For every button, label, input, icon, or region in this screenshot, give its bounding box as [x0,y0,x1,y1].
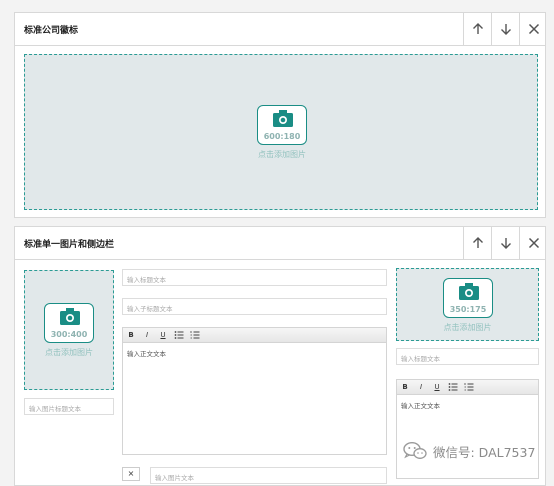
add-image-hint: 点击添加图片 [45,348,93,357]
logo-image-dropzone[interactable]: 600:180 点击添加图片 [24,54,538,210]
bold-button[interactable]: B [126,330,136,340]
watermark-text: 微信号: DAL7537 [433,444,536,460]
add-image-hint: 点击添加图片 [443,323,492,332]
underline-button[interactable]: U [158,330,168,340]
bullet-list-button[interactable] [448,382,458,392]
camera-icon [60,308,80,325]
panel-title: 标准公司徽标 [24,26,79,36]
panel-header: 标准公司徽标 [15,13,545,46]
bullet-list-button[interactable] [174,330,184,340]
add-image-hint: 点击添加图片 [258,150,306,159]
subtitle-input[interactable]: 输入子标题文本 [122,298,387,315]
image-dimension-label: 350:175 [449,305,487,314]
editor-content[interactable]: 输入正文文本 [127,348,166,358]
editor-content[interactable]: 输入正文文本 [401,400,440,410]
camera-icon [273,110,293,127]
remove-block-button[interactable] [519,227,547,259]
right-image-dropzone[interactable]: 350:175 点击添加图片 [396,268,539,341]
close-icon [528,237,539,249]
editor-toolbar: B I U [397,380,538,395]
image-dimension-label: 600:180 [263,132,301,141]
remove-image-text-button[interactable]: × [122,467,140,481]
move-down-button[interactable] [491,13,519,45]
image-text-input[interactable]: 输入图片文本 [150,467,387,484]
title-input[interactable]: 输入标题文本 [122,269,387,286]
arrow-down-icon [500,238,511,249]
editor-toolbar: B I U [123,328,386,343]
wechat-icon [403,442,427,459]
remove-block-button[interactable] [519,13,547,45]
panel-header: 标准单一图片和侧边栏 [15,227,545,260]
close-icon [528,23,539,35]
image-placeholder-badge: 350:175 [443,278,493,318]
right-text-editor[interactable]: B I U 输入正文文本 [396,379,539,479]
numbered-list-button[interactable] [190,330,200,340]
right-title-input[interactable]: 输入标题文本 [396,348,539,365]
move-down-button[interactable] [491,227,519,259]
left-image-dropzone[interactable]: 300:400 点击添加图片 [24,270,114,390]
image-placeholder-badge: 600:180 [257,105,307,145]
bullet-list-icon [448,383,458,391]
image-dimension-label: 300:400 [50,330,88,339]
arrow-down-icon [500,24,511,35]
logo-block-panel: 标准公司徽标 600:180 点击添加图片 [14,12,546,218]
underline-button[interactable]: U [432,382,442,392]
panel-title: 标准单一图片和侧边栏 [24,240,115,250]
bold-button[interactable]: B [400,382,410,392]
bullet-list-icon [174,331,184,339]
italic-button[interactable]: I [142,330,152,340]
move-up-button[interactable] [463,227,491,259]
image-placeholder-badge: 300:400 [44,303,94,343]
numbered-list-icon [464,383,474,391]
numbered-list-button[interactable] [464,382,474,392]
wechat-watermark: 微信号: DAL7537 [403,440,535,462]
italic-button[interactable]: I [416,382,426,392]
numbered-list-icon [190,331,200,339]
body-text-editor[interactable]: B I U 输入正文文本 [122,327,387,455]
camera-icon [459,283,479,300]
arrow-up-icon [472,237,483,248]
left-image-caption-input[interactable]: 输入图片标题文本 [24,398,114,415]
arrow-up-icon [472,23,483,34]
move-up-button[interactable] [463,13,491,45]
